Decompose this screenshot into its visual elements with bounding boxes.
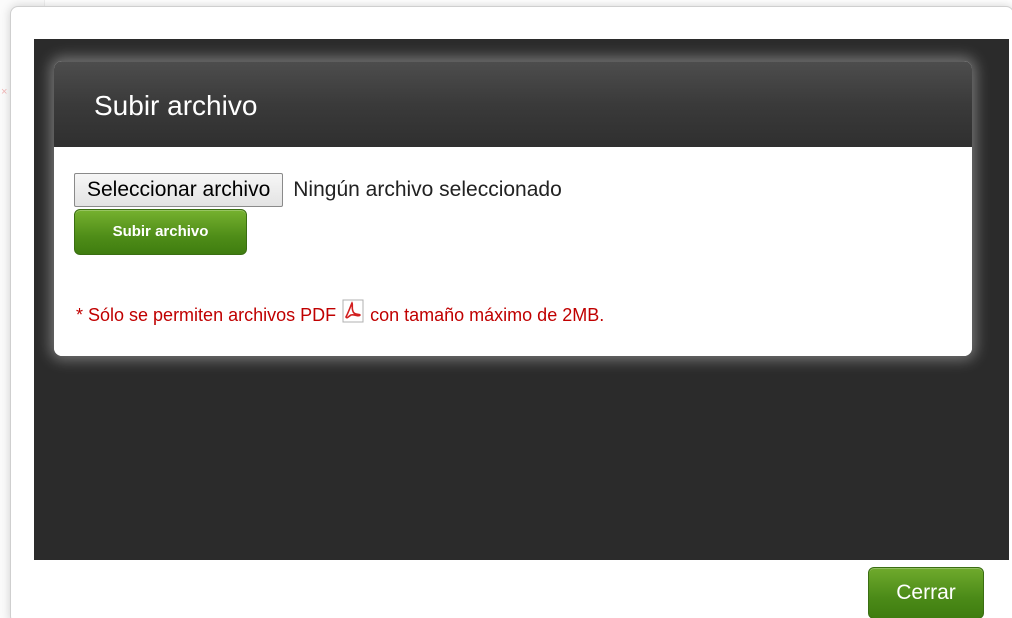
modal-content-area: Subir archivo Seleccionar archivo Ningún… — [34, 39, 1009, 560]
panel-title: Subir archivo — [94, 90, 258, 121]
panel-body: Seleccionar archivo Ningún archivo selec… — [54, 147, 972, 356]
file-input: Seleccionar archivo Ningún archivo selec… — [74, 173, 562, 207]
close-button[interactable]: Cerrar — [868, 567, 984, 618]
select-file-button[interactable]: Seleccionar archivo — [74, 173, 284, 207]
note-prefix: * Sólo se permiten archivos PDF — [76, 304, 337, 325]
upload-file-button[interactable]: Subir archivo — [74, 209, 247, 255]
page: × Subir archivo Seleccionar archivo Ning… — [0, 0, 1012, 618]
file-requirements-note: * Sólo se permiten archivos PDF con tama… — [76, 299, 605, 327]
upload-panel: Subir archivo Seleccionar archivo Ningún… — [54, 61, 972, 356]
background-decoration: × — [1, 86, 8, 98]
pdf-icon — [342, 299, 364, 323]
panel-header: Subir archivo — [54, 61, 972, 147]
upload-modal: Subir archivo Seleccionar archivo Ningún… — [10, 6, 1012, 618]
file-status-text: Ningún archivo seleccionado — [293, 178, 562, 201]
note-suffix: con tamaño máximo de 2MB. — [370, 304, 605, 325]
